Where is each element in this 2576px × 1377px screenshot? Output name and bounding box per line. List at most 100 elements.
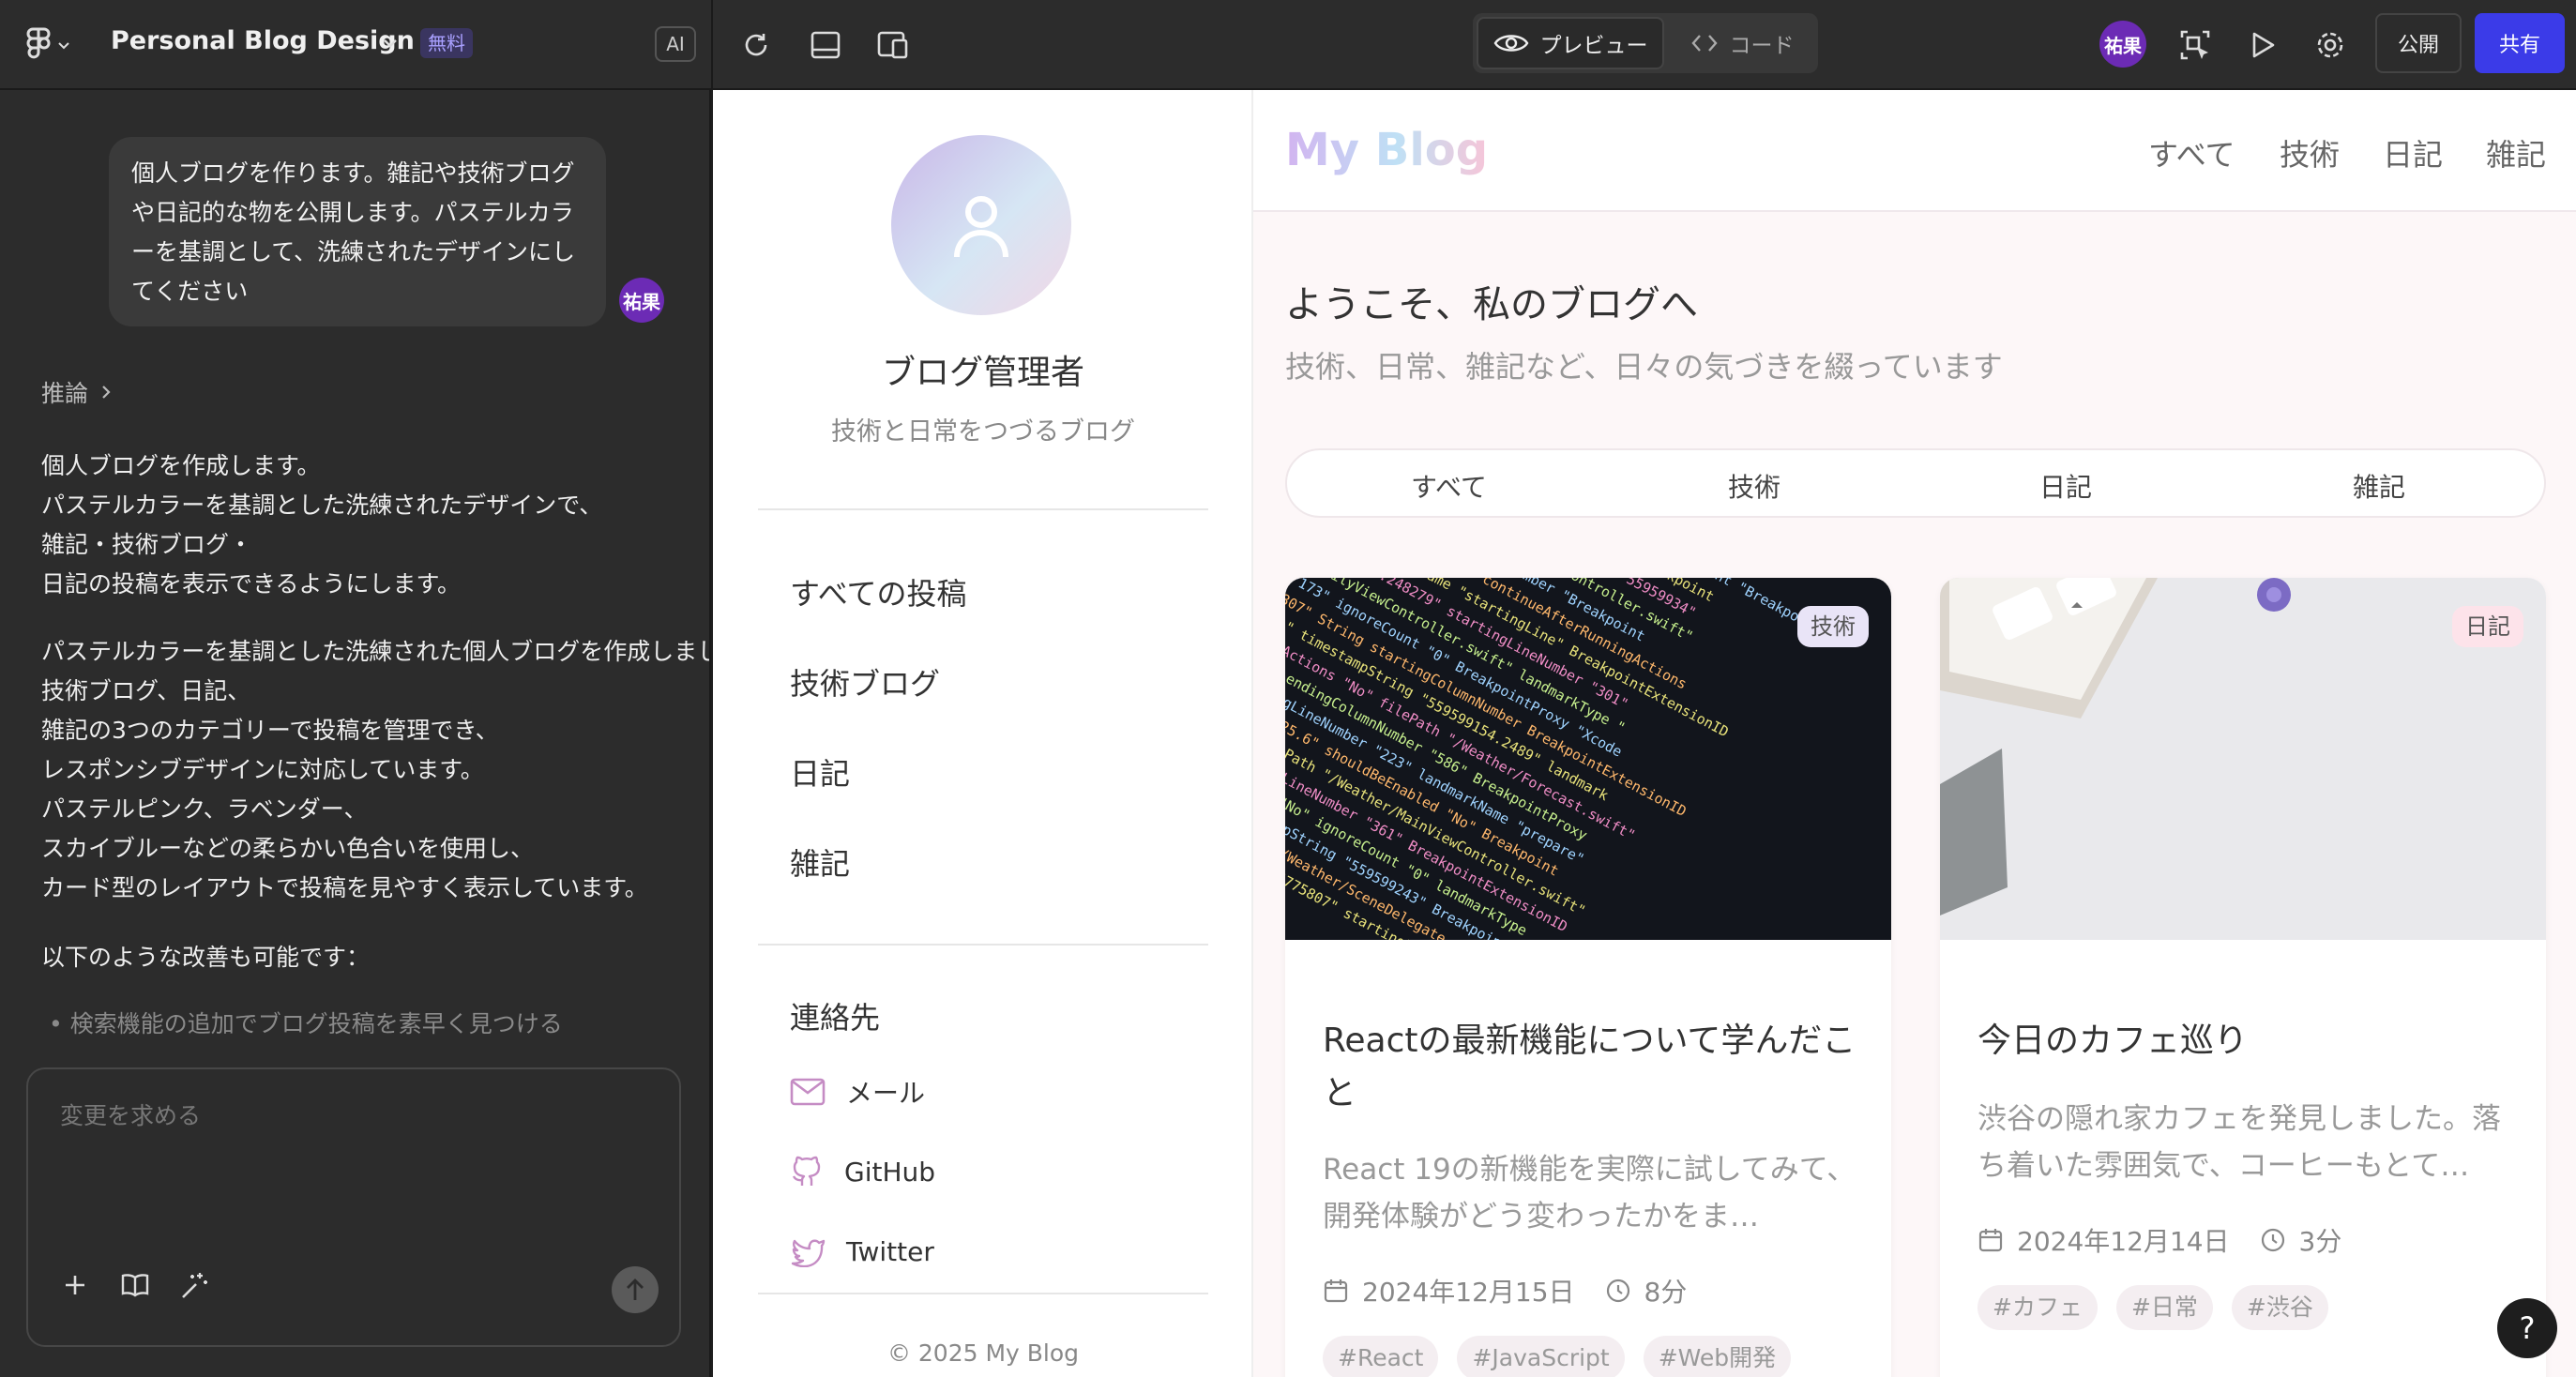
header-nav-diary[interactable]: 日記 [2383, 131, 2443, 174]
github-icon [792, 1156, 821, 1186]
publish-button[interactable]: 公開 [2375, 13, 2462, 73]
chevron-down-icon [58, 42, 69, 50]
devices-icon [877, 31, 908, 59]
code-icon [1690, 35, 1718, 52]
contact-mail-link[interactable]: メール [790, 1073, 925, 1111]
filter-tab-diary[interactable]: 日記 [2039, 467, 2092, 505]
send-button[interactable] [612, 1266, 659, 1313]
play-icon [2252, 32, 2275, 58]
panel-toggle-button[interactable] [801, 21, 850, 69]
header-nav-misc[interactable]: 雑記 [2486, 131, 2546, 174]
post-card[interactable]: 日記 今日のカフェ巡り 渋谷の隠れ家カフェを発見しました。落ち着いた雰囲気で、コ… [1940, 578, 2546, 1377]
paragraph-line: 技術ブログ、日記、 [41, 677, 251, 704]
header-nav-all[interactable]: すべて [2148, 131, 2235, 174]
gear-icon [2317, 32, 2343, 58]
post-meta: 2024年12月14日 3分 [1977, 1221, 2341, 1259]
filter-tab-tech[interactable]: 技術 [1728, 467, 1780, 505]
post-thumbnail-desk: 日記 [1940, 578, 2546, 940]
post-title[interactable]: 今日のカフェ巡り [1977, 1015, 2522, 1067]
chevron-right-icon [102, 386, 111, 399]
post-title[interactable]: Reactの最新機能について学んだこと [1323, 1015, 1867, 1120]
nav-all-posts[interactable]: すべての投稿 [790, 570, 966, 613]
post-tag[interactable]: #カフェ [1977, 1285, 2098, 1330]
plan-badge: 無料 [420, 28, 473, 58]
run-button[interactable] [2238, 21, 2287, 69]
paragraph-line: 個人ブログを作成します。 [41, 452, 321, 479]
post-card[interactable]: "9223372036854775807" String "startingCo… [1285, 578, 1891, 1377]
category-badge: 日記 [2452, 606, 2523, 647]
post-thumbnail-code: "9223372036854775807" String "startingCo… [1285, 578, 1891, 940]
view-mode-toggle: プレビュー コード [1473, 13, 1818, 73]
paragraph-line: パステルピンク、ラベンダー、 [41, 795, 368, 823]
category-filter-tabs: すべて 技術 日記 雑記 [1285, 448, 2546, 518]
post-tag[interactable]: #Web開発 [1643, 1336, 1792, 1377]
twitter-icon [791, 1239, 826, 1267]
clock-icon [2261, 1228, 2284, 1252]
chat-input-box[interactable]: 変更を求める [26, 1067, 681, 1347]
inspect-button[interactable] [2171, 21, 2220, 69]
post-read-time: 3分 [2298, 1226, 2342, 1257]
calendar-icon [1324, 1279, 1348, 1303]
preview-tab[interactable]: プレビュー [1477, 17, 1664, 69]
settings-button[interactable] [2306, 21, 2355, 69]
paragraph-line: 日記の投稿を表示できるようにします。 [41, 570, 462, 598]
ai-button[interactable]: AI [655, 26, 696, 62]
post-tag[interactable]: #日常 [2115, 1285, 2213, 1330]
post-excerpt: 渋谷の隠れ家カフェを発見しました。落ち着いた雰囲気で、コーヒーもとて… [1977, 1102, 2501, 1183]
divider [758, 508, 1208, 510]
header-nav-tech[interactable]: 技術 [2280, 131, 2340, 174]
paragraph-line: 雑記の3つのカテゴリーで投稿を管理でき、 [41, 717, 499, 744]
contact-heading: 連絡先 [790, 1000, 881, 1036]
post-excerpt: React 19の新機能を実際に試してみて、開発体験がどう変わったかをま… [1323, 1153, 1856, 1233]
library-button[interactable] [116, 1266, 154, 1304]
blog-preview: ブログ管理者 技術と日常をつづるブログ すべての投稿 技術ブログ 日記 雑記 連… [713, 90, 2576, 1377]
code-tab[interactable]: コード [1670, 17, 1814, 69]
figma-logo-icon [26, 27, 51, 59]
contact-twitter-label: Twitter [846, 1236, 934, 1267]
profile-avatar [891, 135, 1071, 315]
post-tags: #カフェ #日常 #渋谷 [1977, 1285, 2328, 1330]
book-icon [121, 1274, 149, 1297]
post-tag[interactable]: #渋谷 [2231, 1285, 2328, 1330]
attach-button[interactable] [56, 1266, 94, 1304]
category-badge: 技術 [1797, 606, 1869, 647]
top-toolbar: Personal Blog Design 無料 AI プレビュー コード 祐果 … [0, 0, 2576, 90]
project-title[interactable]: Personal Blog Design [111, 26, 415, 55]
user-message-bubble: 個人ブログを作ります。雑記や技術ブログや日記的な物を公開します。パステルカラーを… [109, 137, 606, 326]
contact-mail-label: メール [846, 1078, 926, 1109]
user-message-avatar: 祐果 [619, 278, 664, 323]
divider [758, 1293, 1208, 1294]
eye-icon [1493, 35, 1528, 52]
contact-github-label: GitHub [844, 1156, 936, 1188]
reasoning-toggle[interactable]: 推論 [41, 375, 114, 409]
code-tab-label: コード [1729, 34, 1795, 58]
clock-icon [1606, 1279, 1629, 1303]
nav-diary[interactable]: 日記 [790, 750, 850, 794]
blog-header: My Blog すべて 技術 日記 雑記 [1253, 90, 2576, 212]
paragraph-line: カード型のレイアウトで投稿を見やすく表示しています。 [41, 874, 648, 901]
contact-twitter-link[interactable]: Twitter [790, 1236, 934, 1267]
nav-misc[interactable]: 雑記 [790, 840, 850, 884]
post-meta: 2024年12月15日 8分 [1323, 1272, 1687, 1309]
post-date: 2024年12月14日 [2017, 1226, 2230, 1257]
filter-tab-misc[interactable]: 雑記 [2353, 467, 2405, 505]
chat-input-placeholder: 変更を求める [60, 1102, 202, 1129]
help-button[interactable]: ? [2497, 1298, 2557, 1358]
post-tag[interactable]: #React [1323, 1336, 1439, 1377]
filter-tab-all[interactable]: すべて [1411, 467, 1487, 505]
toolbar-divider [711, 0, 713, 90]
post-tag[interactable]: #JavaScript [1457, 1336, 1625, 1377]
paragraph-line: パステルカラーを基調とした洗練された個人ブログを作成しました。 [41, 638, 711, 665]
nav-tech-blog[interactable]: 技術ブログ [790, 660, 940, 704]
reload-button[interactable] [732, 21, 780, 69]
contact-github-link[interactable]: GitHub [790, 1154, 935, 1189]
user-avatar[interactable]: 祐果 [2099, 21, 2146, 68]
responsive-view-button[interactable] [869, 21, 917, 69]
blog-sidebar: ブログ管理者 技術と日常をつづるブログ すべての投稿 技術ブログ 日記 雑記 連… [713, 90, 1253, 1377]
share-button[interactable]: 共有 [2475, 13, 2565, 73]
main-menu-button[interactable] [26, 24, 83, 66]
project-menu-chevron-icon[interactable] [377, 30, 403, 56]
blog-main: My Blog すべて 技術 日記 雑記 ようこそ、私のブログへ 技術、日常、雑… [1253, 90, 2576, 1377]
blog-brand[interactable]: My Blog [1285, 124, 1488, 176]
magic-button[interactable] [176, 1266, 214, 1304]
